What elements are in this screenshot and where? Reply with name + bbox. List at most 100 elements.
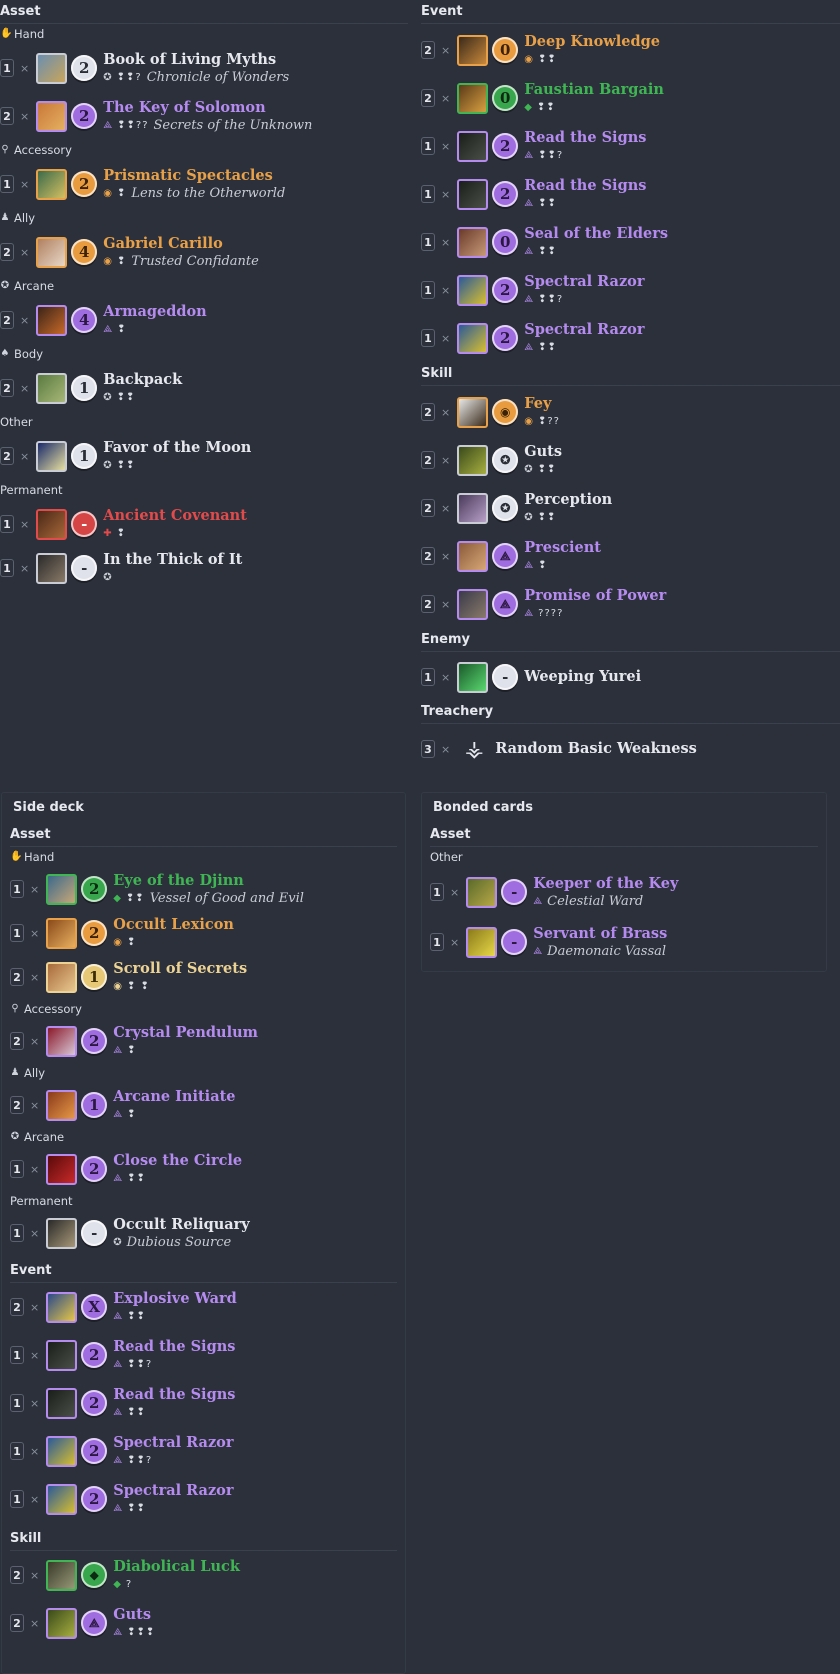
- card-row[interactable]: 1 × 2 Spectral Razor ⟁ ❢❢?: [421, 266, 840, 314]
- card-name[interactable]: Weeping Yurei: [524, 668, 641, 686]
- card-name[interactable]: Prismatic Spectacles: [103, 167, 285, 185]
- card-name[interactable]: Occult Reliquary: [113, 1216, 250, 1234]
- card-row[interactable]: 1 × 2 Read the Signs ⟁ ❢❢: [10, 1379, 397, 1427]
- card-row[interactable]: 2 × 0 Deep Knowledge ◉ ❢❢: [421, 26, 840, 74]
- card-thumbnail[interactable]: [46, 1217, 78, 1249]
- card-row[interactable]: 2 × ✪ Guts ✪ ❢❢: [421, 436, 840, 484]
- quantity-badge[interactable]: 2: [10, 1298, 24, 1316]
- quantity-badge[interactable]: 2: [421, 547, 435, 565]
- card-name[interactable]: Servant of Brass: [533, 925, 667, 943]
- card-row[interactable]: 2 × ◉ Fey ◉ ❢??: [421, 388, 840, 436]
- card-name[interactable]: Crystal Pendulum: [113, 1024, 258, 1042]
- card-row[interactable]: 1 × 2 Close the Circle ⟁ ❢❢: [10, 1147, 397, 1191]
- card-thumbnail[interactable]: [36, 552, 68, 584]
- card-row[interactable]: 2 × 1 Scroll of Secrets ◉ ❢ ❢: [10, 955, 397, 999]
- card-row[interactable]: 1 × - In the Thick of It ✪: [0, 548, 408, 588]
- card-thumbnail[interactable]: [457, 274, 489, 306]
- quantity-badge[interactable]: 2: [0, 107, 14, 125]
- card-row[interactable]: 2 × ⟁ Promise of Power ⟁????: [421, 580, 840, 628]
- card-name[interactable]: Spectral Razor: [524, 321, 644, 339]
- card-name[interactable]: Gabriel Carillo: [103, 235, 259, 253]
- card-name[interactable]: Spectral Razor: [113, 1482, 233, 1500]
- card-thumbnail[interactable]: [457, 492, 489, 524]
- card-row[interactable]: 1 × - Occult Reliquary ✪ Dubious Source: [10, 1211, 397, 1255]
- card-name[interactable]: Spectral Razor: [524, 273, 644, 291]
- quantity-badge[interactable]: 1: [421, 668, 435, 686]
- card-row[interactable]: 2 × 0 Faustian Bargain ◆ ❢❢: [421, 74, 840, 122]
- quantity-badge[interactable]: 2: [10, 1096, 24, 1114]
- card-name[interactable]: Spectral Razor: [113, 1434, 233, 1452]
- card-row[interactable]: 1 × 2 Read the Signs ⟁ ❢❢?: [421, 122, 840, 170]
- card-thumbnail[interactable]: [46, 1483, 78, 1515]
- card-name[interactable]: Close the Circle: [113, 1152, 242, 1170]
- card-name[interactable]: Explosive Ward: [113, 1290, 237, 1308]
- card-thumbnail[interactable]: [46, 1387, 78, 1419]
- card-thumbnail[interactable]: [36, 52, 68, 84]
- card-thumbnail[interactable]: [46, 961, 78, 993]
- card-row[interactable]: 2 × 4 Gabriel Carillo ◉ ❢ Trusted Confidante: [0, 228, 408, 276]
- quantity-badge[interactable]: 3: [421, 740, 435, 758]
- card-thumbnail[interactable]: [457, 226, 489, 258]
- card-row[interactable]: 1 × 2 Spectral Razor ⟁ ❢❢?: [10, 1427, 397, 1475]
- quantity-badge[interactable]: 1: [421, 137, 435, 155]
- card-row[interactable]: 2 × ⟁ Guts ⟁ ❢❢❢: [10, 1599, 397, 1647]
- card-thumbnail[interactable]: [457, 34, 489, 66]
- quantity-badge[interactable]: 1: [430, 933, 444, 951]
- card-row[interactable]: 1 × 2 Occult Lexicon ◉ ❢: [10, 911, 397, 955]
- card-name[interactable]: Ancient Covenant: [103, 507, 247, 525]
- quantity-badge[interactable]: 2: [0, 447, 14, 465]
- card-name[interactable]: Read the Signs: [524, 129, 646, 147]
- card-name[interactable]: Favor of the Moon: [103, 439, 251, 457]
- card-thumbnail[interactable]: [36, 236, 68, 268]
- card-thumbnail[interactable]: [36, 372, 68, 404]
- quantity-badge[interactable]: 1: [0, 559, 14, 577]
- card-row[interactable]: 2 × ◆ Diabolical Luck ◆?: [10, 1551, 397, 1599]
- card-row[interactable]: 2 × ✪ Perception ✪ ❢❢: [421, 484, 840, 532]
- card-thumbnail[interactable]: [457, 444, 489, 476]
- card-name[interactable]: Book of Living Myths: [103, 51, 289, 69]
- card-name[interactable]: Seal of the Elders: [524, 225, 668, 243]
- card-row[interactable]: 1 × 2 Spectral Razor ⟁ ❢❢: [10, 1475, 397, 1523]
- quantity-badge[interactable]: 1: [10, 1224, 24, 1242]
- card-row[interactable]: 1 × 2 Spectral Razor ⟁ ❢❢: [421, 314, 840, 362]
- quantity-badge[interactable]: 1: [421, 281, 435, 299]
- card-name[interactable]: Fey: [524, 395, 560, 413]
- card-name[interactable]: In the Thick of It: [103, 551, 242, 569]
- card-name[interactable]: Arcane Initiate: [113, 1088, 235, 1106]
- quantity-badge[interactable]: 2: [421, 499, 435, 517]
- quantity-badge[interactable]: 2: [10, 968, 24, 986]
- card-name[interactable]: Read the Signs: [113, 1338, 235, 1356]
- card-thumbnail[interactable]: [46, 873, 78, 905]
- quantity-badge[interactable]: 2: [0, 243, 14, 261]
- card-row[interactable]: 2 × X Explosive Ward ⟁ ❢❢: [10, 1283, 397, 1331]
- card-thumbnail[interactable]: [466, 876, 498, 908]
- quantity-badge[interactable]: 2: [421, 595, 435, 613]
- card-name[interactable]: Keeper of the Key: [533, 875, 678, 893]
- card-row[interactable]: 1 × 2 Eye of the Djinn ◆ ❢❢ Vessel of Good and…: [10, 867, 397, 911]
- card-thumbnail[interactable]: [457, 178, 489, 210]
- card-row[interactable]: 1 × - Ancient Covenant ✚ ❢: [0, 500, 408, 548]
- quantity-badge[interactable]: 2: [10, 1614, 24, 1632]
- card-row[interactable]: 1 × - Servant of Brass ⟁ Daemonaic Vassal: [430, 917, 818, 967]
- quantity-badge[interactable]: 1: [421, 329, 435, 347]
- card-name[interactable]: Prescient: [524, 539, 601, 557]
- card-thumbnail[interactable]: [46, 1025, 78, 1057]
- card-thumbnail[interactable]: [457, 322, 489, 354]
- card-thumbnail[interactable]: [466, 926, 498, 958]
- quantity-badge[interactable]: 2: [421, 403, 435, 421]
- card-row[interactable]: 1 × 2 Book of Living Myths ✪ ❢❢? Chronicle of …: [0, 44, 408, 92]
- card-row[interactable]: 2 × 1 Favor of the Moon ✪ ❢❢: [0, 432, 408, 480]
- card-row[interactable]: 2 × 1 Backpack ✪ ❢❢: [0, 364, 408, 412]
- quantity-badge[interactable]: 2: [0, 311, 14, 329]
- quantity-badge[interactable]: 2: [421, 451, 435, 469]
- card-name[interactable]: The Key of Solomon: [103, 99, 312, 117]
- quantity-badge[interactable]: 1: [0, 59, 14, 77]
- card-name[interactable]: Deep Knowledge: [524, 33, 660, 51]
- card-row[interactable]: 1 × 2 Prismatic Spectacles ◉ ❢ Lens to the Oth…: [0, 160, 408, 208]
- card-thumbnail[interactable]: [36, 508, 68, 540]
- quantity-badge[interactable]: 2: [10, 1566, 24, 1584]
- card-thumbnail[interactable]: [457, 540, 489, 572]
- quantity-badge[interactable]: 1: [10, 924, 24, 942]
- card-name[interactable]: Eye of the Djinn: [113, 872, 304, 890]
- card-name[interactable]: Random Basic Weakness: [495, 740, 697, 758]
